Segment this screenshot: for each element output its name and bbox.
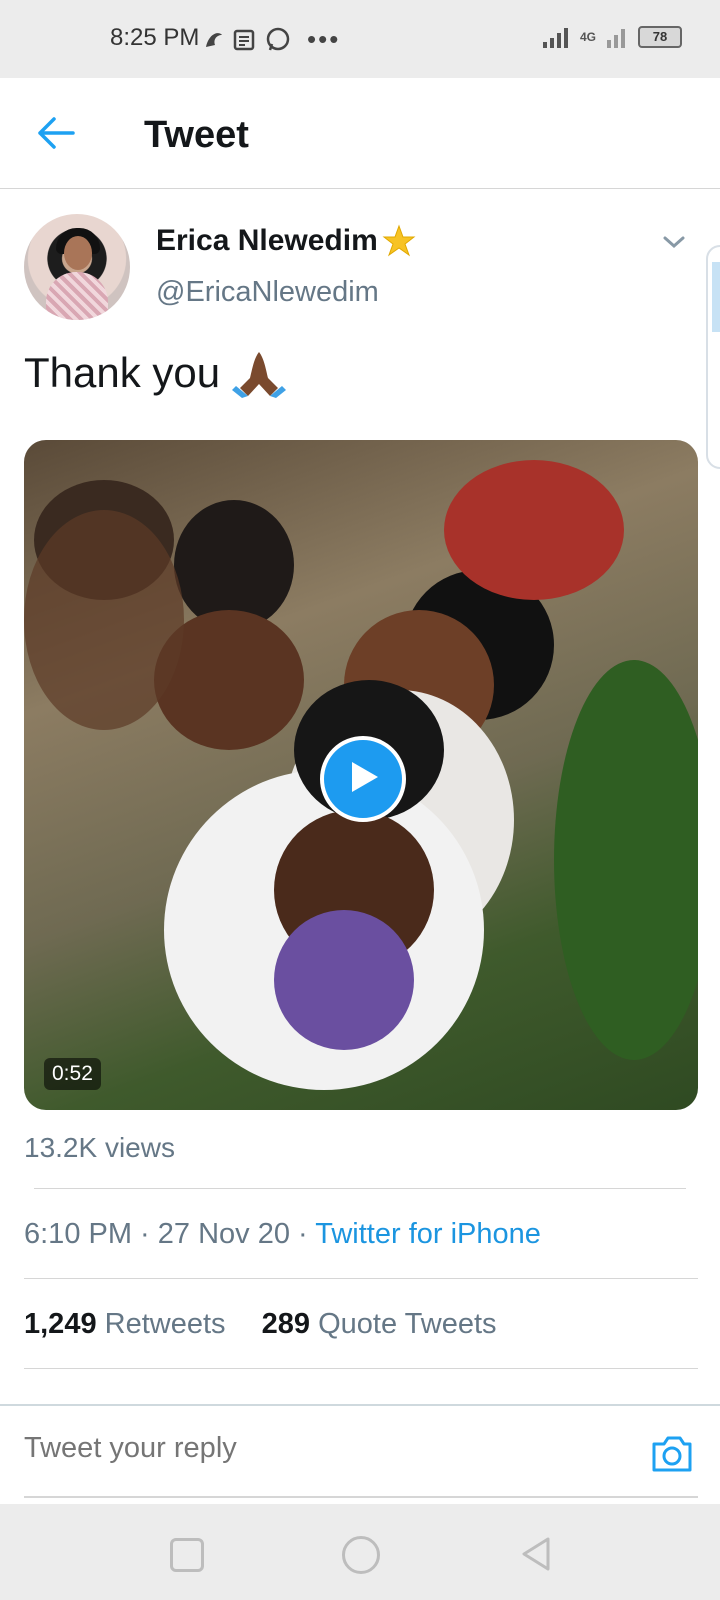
battery-icon: 78	[638, 26, 682, 48]
retweets-label: Retweets	[104, 1308, 226, 1340]
quote-tweets-label: Quote Tweets	[318, 1308, 497, 1340]
chevron-down-icon[interactable]	[662, 232, 686, 252]
divider	[34, 1188, 686, 1189]
whatsapp-icon	[266, 27, 290, 50]
quote-tweets-stat[interactable]: 289 Quote Tweets	[262, 1308, 497, 1340]
side-panel-indicator	[712, 262, 720, 332]
status-time: 8:25 PM	[110, 24, 200, 51]
author-handle[interactable]: @EricaNlewedim	[156, 276, 379, 309]
reply-bar	[0, 1404, 720, 1498]
quote-tweets-count: 289	[261, 1308, 311, 1340]
retweets-count: 1,249	[24, 1308, 97, 1340]
divider	[24, 1368, 698, 1369]
praying-hands-icon	[232, 352, 287, 398]
divider	[24, 1278, 698, 1279]
video-duration: 0:52	[44, 1058, 101, 1090]
nav-home-icon[interactable]	[342, 1536, 380, 1574]
retweets-stat[interactable]: 1,249 Retweets	[24, 1308, 226, 1340]
author-name-text: Erica Nlewedim	[156, 224, 378, 257]
verified-star-icon	[382, 224, 416, 257]
status-right: 4G 78	[542, 26, 682, 48]
tweet-time: 6:10 PM	[24, 1218, 132, 1250]
tweet-source-link[interactable]: Twitter for iPhone	[315, 1218, 541, 1250]
nav-recents-icon[interactable]	[170, 1538, 204, 1572]
tweet-text-content: Thank you	[24, 349, 221, 396]
camera-icon[interactable]	[650, 1434, 694, 1474]
app-notification-icon	[206, 32, 222, 47]
signal-icon	[542, 28, 568, 48]
view-count[interactable]: 13.2K views	[24, 1132, 175, 1164]
top-app-bar: Tweet	[0, 78, 720, 189]
back-arrow-icon[interactable]	[36, 116, 76, 150]
notification-icons: •••	[203, 24, 340, 55]
reply-underline	[24, 1496, 698, 1498]
system-nav-bar	[0, 1504, 720, 1600]
status-bar: 8:25 PM ••• 4G 78	[0, 0, 720, 78]
tweet-timestamp: 6:10 PM · 27 Nov 20 · Twitter for iPhone	[24, 1218, 541, 1250]
play-button[interactable]	[320, 736, 406, 822]
network-type: 4G	[579, 30, 596, 44]
avatar[interactable]	[24, 214, 130, 320]
play-icon	[352, 762, 378, 792]
news-icon	[233, 29, 255, 50]
reply-input[interactable]	[24, 1432, 584, 1465]
page-title: Tweet	[144, 114, 249, 156]
signal-2-icon	[607, 29, 625, 48]
tweet-date: 27 Nov 20	[157, 1218, 290, 1250]
tweet-text: Thank you	[24, 348, 287, 398]
author-name[interactable]: Erica Nlewedim	[156, 224, 416, 258]
more-notifications-icon: •••	[307, 24, 341, 54]
tweet-stats: 1,249 Retweets 289 Quote Tweets	[24, 1308, 497, 1341]
nav-back-icon[interactable]	[520, 1536, 552, 1572]
